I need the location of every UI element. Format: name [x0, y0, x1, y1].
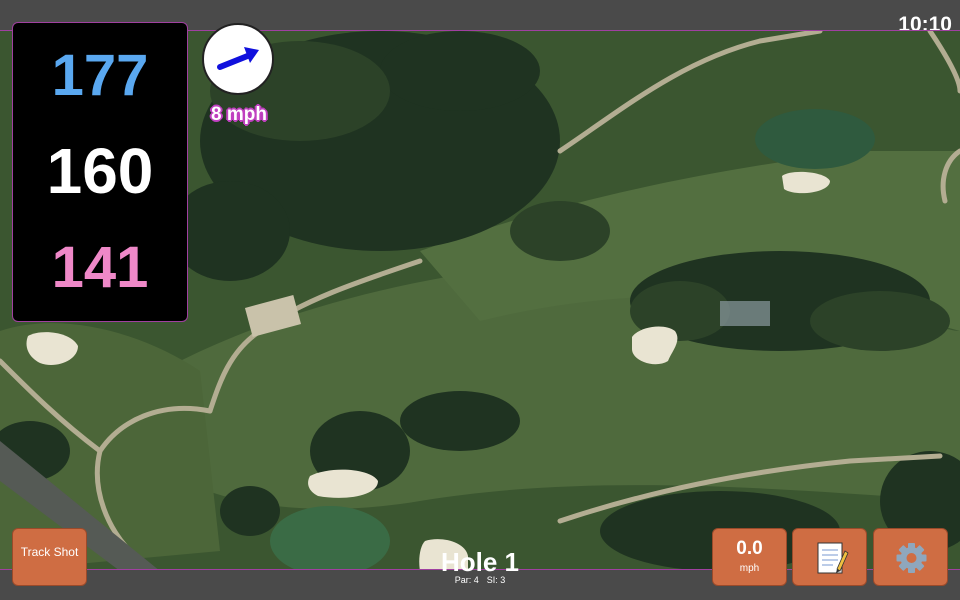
distance-back: 177 [51, 43, 149, 108]
arrow-icon [217, 47, 259, 70]
hole-title: Hole 1 [440, 547, 520, 577]
notepad-icon [817, 542, 849, 574]
gear-icon [896, 543, 927, 573]
wind-unit: mph [739, 563, 760, 574]
hole-par: Par: 4 [454, 575, 479, 585]
hole-info: Hole 1 Par: 4 SI: 3 [380, 549, 580, 585]
hole-si: SI: 3 [486, 575, 506, 585]
hole-details: Par: 4 SI: 3 [380, 576, 580, 585]
distance-panel: 177 160 141 [12, 22, 188, 322]
track-shot-label: Track Shot [20, 545, 79, 559]
distance-front: 141 [51, 235, 149, 300]
distance-middle: 160 [46, 135, 154, 207]
wind-value: 0.0 [736, 538, 763, 559]
track-shot-button[interactable]: Track Shot [12, 528, 87, 586]
settings-button[interactable] [873, 528, 948, 586]
wind-direction-dial [202, 23, 274, 95]
wind-speed-label: 8 mph [211, 104, 267, 125]
notes-button[interactable] [792, 528, 867, 586]
wind-speed-button[interactable]: 0.0 mph [712, 528, 787, 586]
